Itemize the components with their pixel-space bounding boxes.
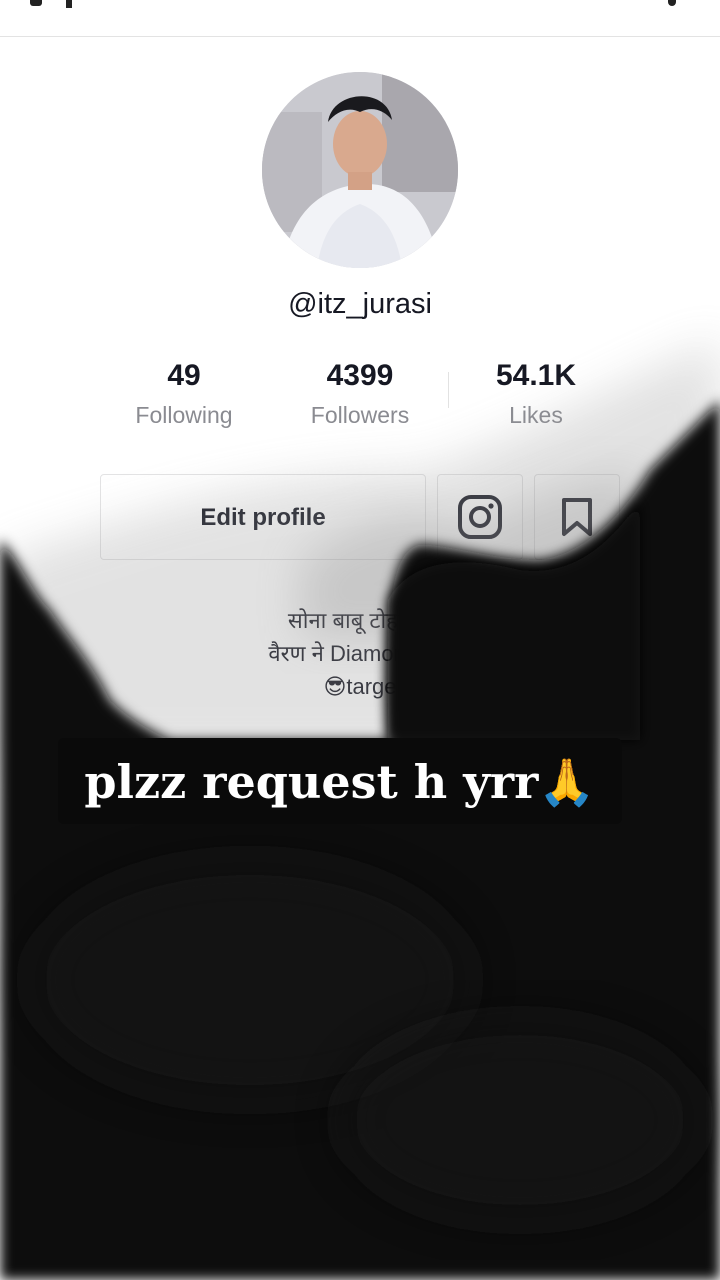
title-fragment bbox=[66, 0, 72, 8]
video-caption: plzz request h yrr🙏 bbox=[84, 755, 596, 809]
stat-likes[interactable]: 54.1K Likes bbox=[451, 358, 621, 429]
following-count: 49 bbox=[167, 359, 201, 392]
bio-line-1: सोना बाबू टोहण वे bbox=[287, 608, 433, 633]
bio-line-2: वैरण ने Diamond यार bbox=[268, 641, 452, 666]
likes-count: 54.1K bbox=[495, 359, 577, 392]
edit-profile-button[interactable]: Edit profile bbox=[100, 474, 426, 560]
favorites-button[interactable] bbox=[534, 474, 620, 560]
username: @itz_jurasi bbox=[288, 288, 432, 320]
bio-line-3: 😎targe bbox=[323, 674, 397, 699]
bookmark-icon bbox=[562, 498, 592, 536]
profile-bio: सोना बाबू टोहण वे वैरण ने Diamond यार 😎t… bbox=[100, 604, 620, 703]
following-label: Following bbox=[135, 402, 233, 428]
followers-count: 4399 bbox=[326, 359, 394, 392]
instagram-icon bbox=[458, 495, 502, 539]
back-icon[interactable] bbox=[30, 0, 42, 6]
stat-followers[interactable]: 4399 Followers bbox=[275, 358, 445, 429]
stats-divider bbox=[448, 372, 449, 408]
profile-photo bbox=[262, 72, 458, 268]
followers-label: Followers bbox=[310, 402, 410, 428]
top-navigation-bar bbox=[0, 0, 720, 37]
stat-following[interactable]: 49 Following bbox=[99, 358, 269, 429]
likes-label: Likes bbox=[509, 402, 563, 428]
menu-icon[interactable] bbox=[668, 0, 676, 6]
instagram-button[interactable] bbox=[437, 474, 523, 560]
avatar[interactable] bbox=[262, 72, 458, 268]
